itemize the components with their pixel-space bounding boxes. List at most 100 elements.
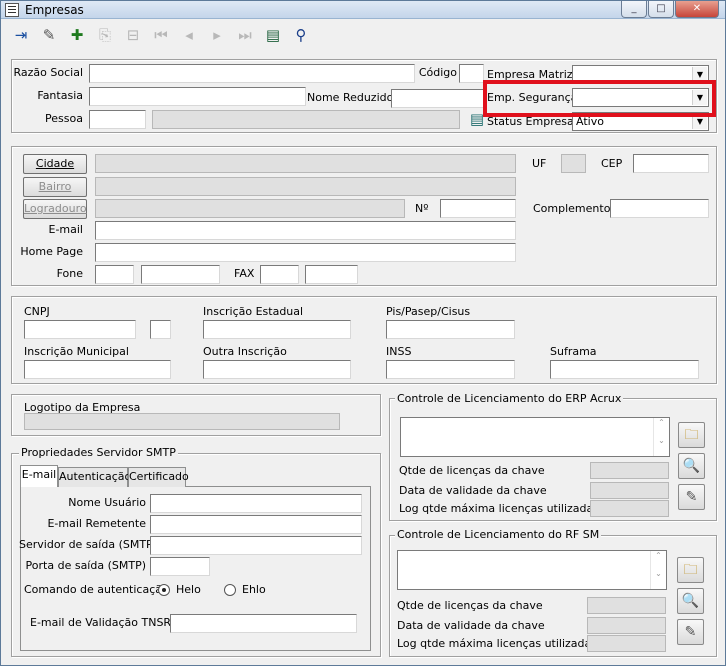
erp-key-memo[interactable]: ⌃ ⌄ (400, 417, 670, 457)
prev-icon[interactable]: ◂ (177, 23, 201, 47)
maximize-button[interactable]: □ (648, 1, 674, 18)
bairro-input (95, 177, 516, 196)
edit-icon[interactable]: ✎ (677, 619, 704, 645)
delete-icon[interactable]: ⊟ (121, 23, 145, 47)
first-icon[interactable]: ⏮ (149, 23, 173, 47)
fax-ddd-input[interactable] (260, 265, 299, 284)
erp-legend: Controle de Licenciamento do ERP Acrux (395, 392, 624, 406)
tab-certificado[interactable]: Certificado (128, 467, 189, 487)
nome-usuario-input[interactable] (150, 494, 362, 513)
ehlo-label: Ehlo (242, 583, 266, 596)
ie-label: Inscrição Estadual (203, 305, 304, 318)
toolbar: ⇥ ✎ ✚ ⎘ ⊟ ⏮ ◂ ▸ ⏭ ▤ ⚲ (7, 23, 719, 49)
fone-ddd-input[interactable] (95, 265, 134, 284)
nome-usuario-label: Nome Usuário (68, 496, 146, 509)
uf-input (561, 154, 586, 173)
erp-log-label: Log qtde máxima licenças utilizadas (399, 502, 599, 515)
comando-autenticacao-label: Comando de autenticação (24, 583, 169, 596)
folder-open-icon[interactable]: 🗀 (678, 422, 705, 448)
codigo-label: Código (418, 66, 457, 79)
ehlo-radio[interactable] (224, 584, 236, 596)
pessoa-label: Pessoa (45, 112, 83, 125)
rfsm-key-memo[interactable]: ⌃ ⌄ (397, 550, 667, 590)
erp-qtde-label: Qtde de licenças da chave (399, 464, 545, 477)
exit-icon[interactable]: ⇥ (9, 23, 33, 47)
suframa-label: Suframa (550, 345, 597, 358)
window-title: Empresas (25, 3, 84, 17)
homepage-label: Home Page (20, 245, 83, 258)
im-input[interactable] (24, 360, 171, 379)
email-remetente-input[interactable] (150, 515, 362, 534)
add-icon[interactable]: ✚ (65, 23, 89, 47)
folder-open-icon[interactable]: 🗀 (677, 557, 704, 583)
next-icon[interactable]: ▸ (205, 23, 229, 47)
servidor-label: Servidor de saída (SMTP) (19, 538, 157, 551)
complemento-input[interactable] (610, 199, 709, 218)
im-label: Inscrição Municipal (24, 345, 129, 358)
last-icon[interactable]: ⏭ (233, 23, 257, 47)
email-remetente-label: E-mail Remetente (47, 517, 146, 530)
email-input[interactable] (95, 221, 516, 240)
tab-autenticacao[interactable]: Autenticação (58, 467, 131, 487)
suframa-input[interactable] (550, 360, 699, 379)
edit-icon[interactable]: ✎ (37, 23, 61, 47)
pessoa-input[interactable] (89, 110, 146, 129)
ie-input[interactable] (203, 320, 351, 339)
porta-label: Porta de saída (SMTP) (25, 559, 146, 572)
rfsm-validade-label: Data de validade da chave (397, 619, 545, 632)
rfsm-legend: Controle de Licenciamento do RF SM (395, 528, 602, 542)
fone-input[interactable] (141, 265, 220, 284)
cnpj-digit-input[interactable] (150, 320, 171, 339)
pis-label: Pis/Pasep/Cisus (386, 305, 471, 318)
cidade-button[interactable]: Cidade (23, 154, 87, 174)
cnpj-input[interactable] (24, 320, 136, 339)
complemento-label: Complemento (533, 202, 611, 215)
cep-input[interactable] (633, 154, 709, 173)
codigo-input[interactable] (459, 64, 484, 83)
tab-email[interactable]: E-mail (20, 465, 58, 487)
rfsm-log-label: Log qtde máxima licenças utilizadas (397, 637, 597, 650)
pis-input[interactable] (386, 320, 515, 339)
cidade-input (95, 154, 516, 173)
numero-input[interactable] (440, 199, 516, 218)
logo-input (24, 413, 340, 430)
memo-scrollbar[interactable]: ⌃ ⌄ (653, 418, 669, 456)
erp-validade-label: Data de validade da chave (399, 484, 547, 497)
bairro-button[interactable]: Bairro (23, 177, 87, 197)
nome-reduzido-input[interactable] (391, 89, 484, 108)
search-document-icon[interactable]: 🔍 (678, 453, 705, 479)
inss-input[interactable] (386, 360, 515, 379)
copy-icon[interactable]: ⎘ (93, 23, 117, 47)
validacao-input[interactable] (170, 614, 357, 633)
fax-label: FAX (234, 267, 255, 280)
minimize-button[interactable]: _ (621, 1, 647, 18)
servidor-input[interactable] (150, 536, 362, 555)
cnpj-label: CNPJ (24, 305, 50, 318)
title-bar: Empresas _ □ ✕ (1, 1, 725, 19)
razao-social-input[interactable] (89, 64, 415, 83)
rfsm-validade-input (587, 617, 666, 634)
erp-validade-input (590, 482, 669, 499)
erp-log-input (590, 500, 669, 517)
helo-radio[interactable] (158, 584, 170, 596)
inss-label: INSS (386, 345, 412, 358)
fantasia-input[interactable] (89, 87, 306, 106)
form-icon (5, 3, 19, 17)
logradouro-input (95, 199, 405, 218)
rfsm-qtde-input (587, 597, 666, 614)
search-document-icon[interactable]: 🔍 (677, 588, 704, 614)
logradouro-button[interactable]: Logradouro (23, 199, 87, 219)
list-icon[interactable]: ▤ (261, 23, 285, 47)
outra-inscricao-input[interactable] (203, 360, 351, 379)
memo-scrollbar[interactable]: ⌃ ⌄ (650, 551, 666, 589)
uf-label: UF (532, 157, 547, 170)
status-empresa-label: Status Empresa (487, 115, 574, 128)
homepage-input[interactable] (95, 243, 516, 262)
edit-icon[interactable]: ✎ (678, 484, 705, 510)
smtp-legend: Propriedades Servidor SMTP (19, 446, 178, 460)
search-binoculars-icon[interactable]: ⚲ (289, 23, 313, 47)
fax-input[interactable] (305, 265, 358, 284)
porta-input[interactable] (150, 557, 210, 576)
email-label: E-mail (48, 223, 84, 236)
close-button[interactable]: ✕ (675, 1, 719, 18)
